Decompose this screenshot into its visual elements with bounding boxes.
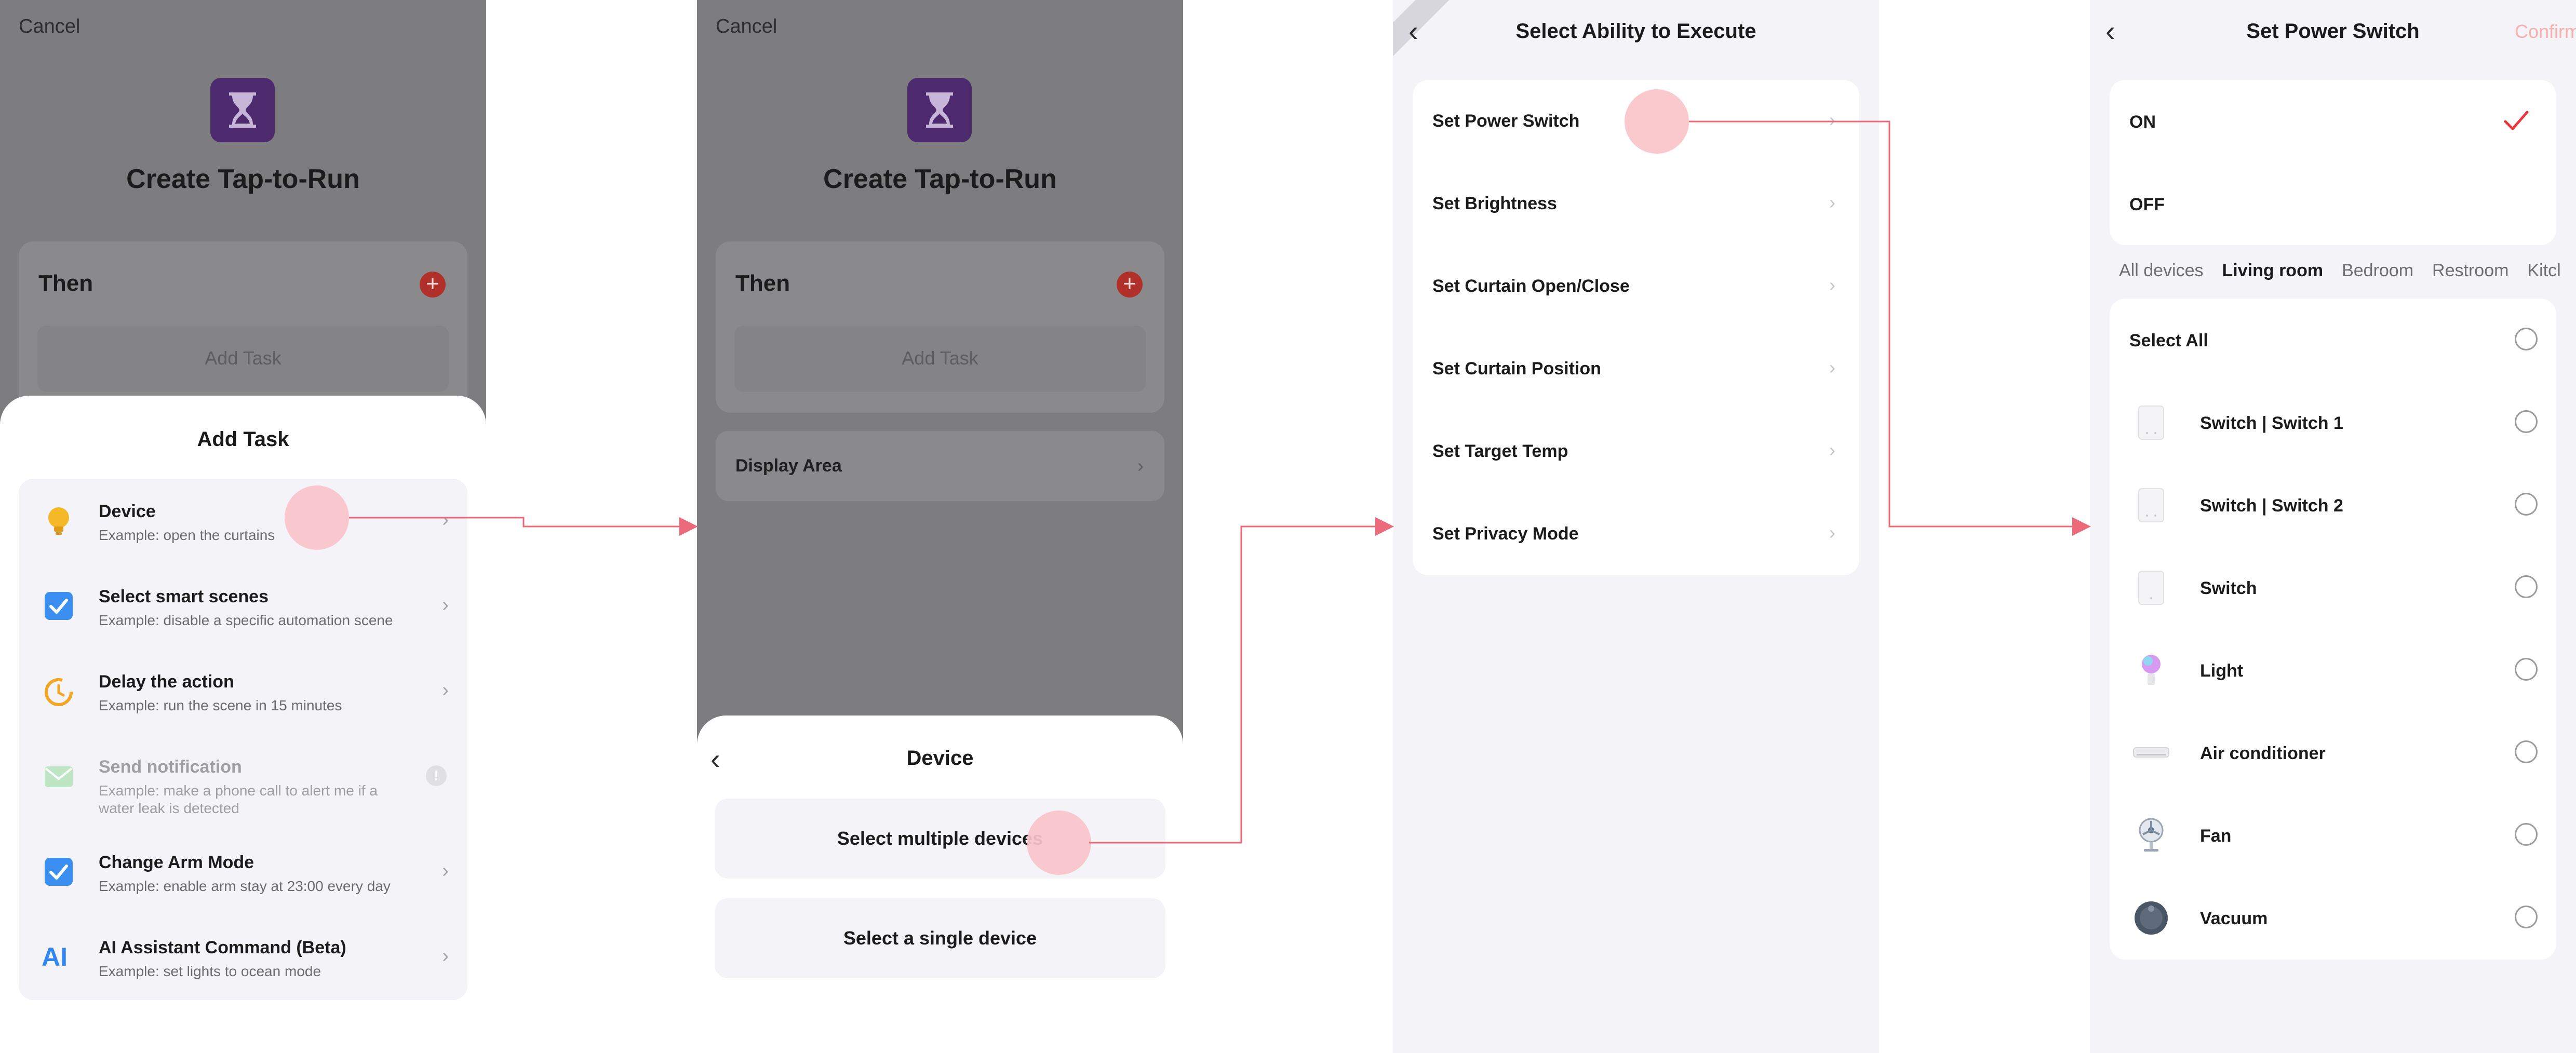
flow-connectors xyxy=(349,120,2091,844)
connector-arrow xyxy=(349,517,698,536)
connector-arrow xyxy=(1689,120,2091,536)
connector-arrow xyxy=(1089,517,1394,844)
